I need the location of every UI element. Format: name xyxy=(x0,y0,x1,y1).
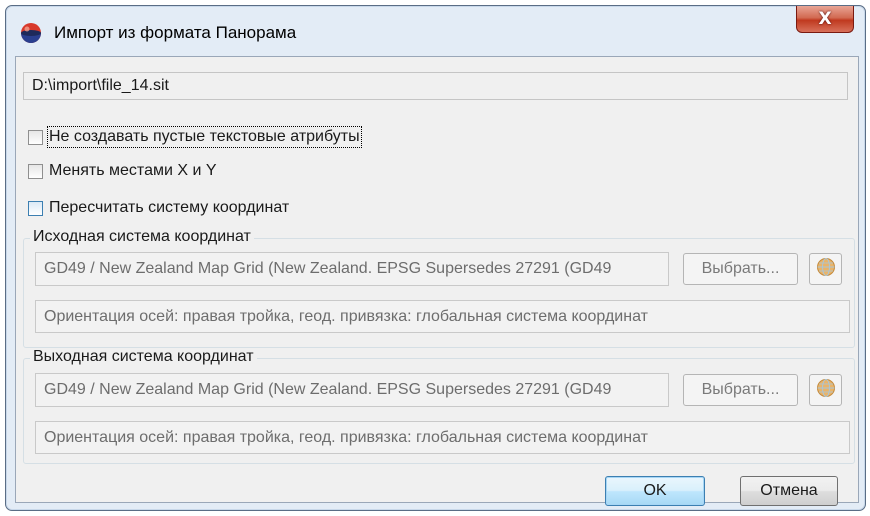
target-cs-group: Выходная система координат GD49 / New Ze… xyxy=(23,348,855,464)
option-recalc-cs[interactable]: Пересчитать систему координат xyxy=(28,199,289,217)
target-cs-globe-button[interactable] xyxy=(809,374,842,406)
group-title: Выходная система координат xyxy=(30,348,257,366)
import-dialog: Импорт из формата Панорама X D:\import\f… xyxy=(5,5,866,511)
source-cs-value: GD49 / New Zealand Map Grid (New Zealand… xyxy=(44,260,612,277)
option-swap-xy[interactable]: Менять местами X и Y xyxy=(28,162,217,180)
source-cs-orientation: Ориентация осей: правая тройка, геод. пр… xyxy=(35,300,850,333)
target-cs-pick-button[interactable]: Выбрать... xyxy=(683,374,798,406)
globe-icon xyxy=(816,378,836,403)
close-icon: X xyxy=(818,9,832,29)
option-label: Не создавать пустые текстовые атрибуты xyxy=(47,126,362,148)
target-cs-orientation: Ориентация осей: правая тройка, геод. пр… xyxy=(35,421,850,454)
button-label: Выбрать... xyxy=(701,381,780,398)
title-bar[interactable]: Импорт из формата Панорама X xyxy=(6,6,865,58)
button-label: OK xyxy=(643,482,667,499)
option-label: Пересчитать систему координат xyxy=(49,199,290,216)
window-title: Импорт из формата Панорама xyxy=(54,23,297,42)
file-path-value: D:\import\file_14.sit xyxy=(32,77,169,94)
source-cs-field[interactable]: GD49 / New Zealand Map Grid (New Zealand… xyxy=(35,252,669,286)
orientation-text: Ориентация осей: правая тройка, геод. пр… xyxy=(44,307,648,325)
panorama-app-icon xyxy=(20,22,42,44)
source-cs-globe-button[interactable] xyxy=(809,253,842,285)
cancel-button[interactable]: Отмена xyxy=(740,476,838,506)
option-no-empty-text-attributes[interactable]: Не создавать пустые текстовые атрибуты xyxy=(28,126,362,148)
file-path-field[interactable]: D:\import\file_14.sit xyxy=(23,72,848,100)
source-cs-pick-button[interactable]: Выбрать... xyxy=(683,253,798,285)
target-cs-field[interactable]: GD49 / New Zealand Map Grid (New Zealand… xyxy=(35,373,669,407)
dialog-body: D:\import\file_14.sit Не создавать пусты… xyxy=(15,56,859,506)
close-button[interactable]: X xyxy=(796,6,854,33)
ok-button[interactable]: OK xyxy=(605,476,705,506)
target-cs-value: GD49 / New Zealand Map Grid (New Zealand… xyxy=(44,381,612,398)
checkbox-recalc-cs[interactable] xyxy=(28,200,43,216)
orientation-text: Ориентация осей: правая тройка, геод. пр… xyxy=(44,428,648,446)
button-label: Отмена xyxy=(760,482,818,499)
globe-icon xyxy=(816,257,836,282)
source-cs-group: Исходная система координат GD49 / New Ze… xyxy=(23,228,855,348)
option-label: Менять местами X и Y xyxy=(49,162,217,179)
checkbox-no-empty-text-attributes[interactable] xyxy=(28,129,43,145)
checkbox-swap-xy[interactable] xyxy=(28,163,43,179)
button-label: Выбрать... xyxy=(701,260,780,277)
group-title: Исходная система координат xyxy=(30,228,254,246)
